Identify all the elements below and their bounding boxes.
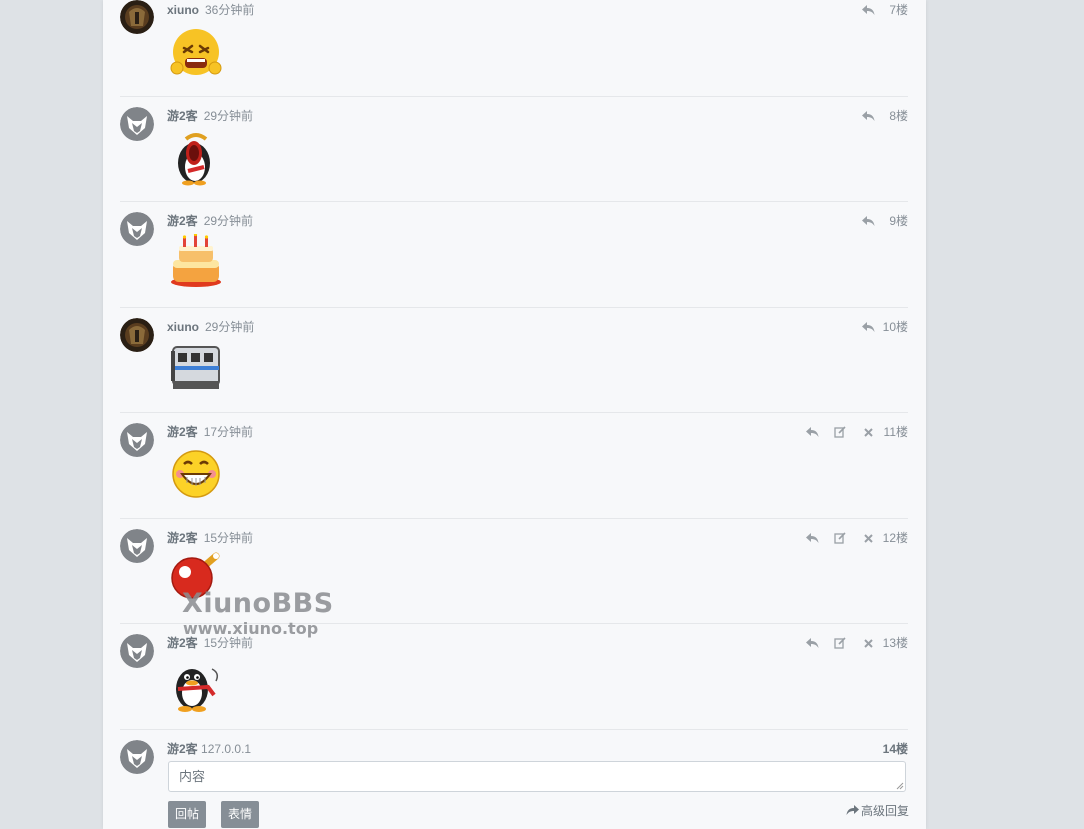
post-time: 29分钟前 (203, 109, 254, 123)
reply-icon[interactable] (854, 215, 882, 227)
post-actions: 8楼 (854, 109, 908, 123)
post-item: 游2客 29分钟前 9楼 (120, 202, 908, 308)
reply-icon[interactable] (798, 532, 826, 544)
post-item: xiuno 36分钟前 7楼 (120, 0, 908, 97)
birthday-cake-emoji (171, 234, 221, 287)
post-time: 36分钟前 (205, 3, 255, 17)
post-meta: xiuno 36分钟前 (167, 3, 254, 17)
post-actions: 9楼 (854, 214, 908, 228)
reply-user-avatar (120, 740, 154, 774)
reply-icon[interactable] (854, 4, 882, 16)
post-username[interactable]: xiuno (167, 3, 199, 17)
post-meta: 游2客 29分钟前 (167, 109, 253, 123)
emoji-button[interactable]: 表情 (221, 801, 260, 828)
user-avatar[interactable] (120, 318, 154, 352)
edit-icon[interactable] (826, 426, 854, 438)
post-time: 15分钟前 (203, 531, 254, 545)
post-username[interactable]: 游2客 (167, 531, 198, 545)
post-item: 游2客 15分钟前 13楼 (120, 623, 908, 730)
post-username[interactable]: 游2客 (167, 636, 198, 650)
post-time: 15分钟前 (203, 636, 254, 650)
post-username[interactable]: 游2客 (167, 425, 198, 439)
user-avatar[interactable] (120, 423, 154, 457)
floor-number[interactable]: 7楼 (882, 3, 908, 17)
post-item: xiuno 29分钟前 10楼 (120, 307, 908, 413)
train-emoji (171, 346, 220, 389)
post-time: 29分钟前 (205, 320, 255, 334)
post-meta: xiuno 29分钟前 (167, 320, 254, 334)
edit-icon[interactable] (826, 637, 854, 649)
post-actions: 13楼 (798, 636, 908, 650)
advanced-reply-label: 高级回复 (860, 804, 909, 818)
reply-icon[interactable] (854, 110, 882, 122)
penguin-emoji (176, 668, 219, 712)
post-item: 游2客 15分钟前 12楼 (120, 518, 908, 624)
post-time: 17分钟前 (203, 425, 254, 439)
post-item: 游2客 17分钟前 11楼 (120, 412, 908, 519)
post-actions: 11楼 (798, 425, 908, 439)
reply-username: 游2客 (167, 742, 198, 756)
floor-number[interactable]: 10楼 (882, 320, 908, 334)
angry-face-emoji (170, 29, 222, 75)
floor-number[interactable]: 8楼 (882, 109, 908, 123)
post-username[interactable]: 游2客 (167, 214, 198, 228)
reply-ip: 127.0.0.1 (201, 742, 252, 756)
ping-pong-paddle-emoji (171, 552, 220, 599)
grinning-face-emoji (172, 450, 220, 498)
reply-icon[interactable] (854, 321, 882, 333)
delete-icon[interactable] (854, 638, 882, 648)
post-item: 游2客 29分钟前 8楼 (120, 96, 908, 202)
delete-icon[interactable] (854, 427, 882, 437)
post-actions: 12楼 (798, 531, 908, 545)
floor-number[interactable]: 9楼 (882, 214, 908, 228)
post-time: 29分钟前 (203, 214, 254, 228)
reply-icon[interactable] (798, 426, 826, 438)
user-avatar[interactable] (120, 0, 154, 34)
post-username[interactable]: xiuno (167, 320, 199, 334)
post-meta: 游2客 15分钟前 (167, 531, 253, 545)
floor-number[interactable]: 12楼 (882, 531, 908, 545)
edit-icon[interactable] (826, 532, 854, 544)
post-actions: 10楼 (854, 320, 908, 334)
share-arrow-icon (846, 805, 859, 815)
post-meta: 游2客 15分钟前 (167, 636, 253, 650)
delete-icon[interactable] (854, 533, 882, 543)
post-meta: 游2客 29分钟前 (167, 214, 253, 228)
user-avatar[interactable] (120, 107, 154, 141)
floor-number[interactable]: 11楼 (882, 425, 908, 439)
advanced-reply-link[interactable]: 高级回复 (846, 802, 909, 819)
yawning-penguin-emoji (178, 133, 210, 186)
reply-content-input[interactable] (168, 761, 906, 792)
reply-floor-number: 14楼 (882, 742, 908, 756)
submit-reply-button[interactable]: 回帖 (168, 801, 207, 828)
user-avatar[interactable] (120, 529, 154, 563)
post-username[interactable]: 游2客 (167, 109, 198, 123)
post-actions: 7楼 (854, 3, 908, 17)
user-avatar[interactable] (120, 634, 154, 668)
user-avatar[interactable] (120, 212, 154, 246)
floor-number[interactable]: 13楼 (882, 636, 908, 650)
resize-grip-icon[interactable] (895, 781, 904, 790)
post-meta: 游2客 17分钟前 (167, 425, 253, 439)
reply-meta: 游2客 127.0.0.1 (167, 740, 251, 757)
thread-card: xiuno 36分钟前 7楼 游2客 29分钟前 8楼 游2客 29分钟前 9楼… (103, 0, 926, 829)
reply-icon[interactable] (798, 637, 826, 649)
